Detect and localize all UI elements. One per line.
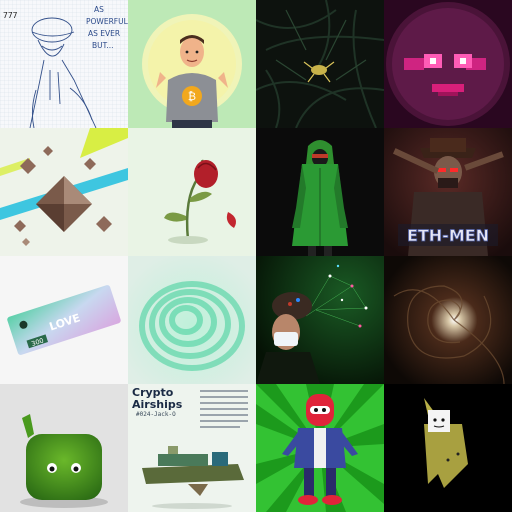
tile-bitcoin-man[interactable]: ₿ bbox=[128, 0, 256, 128]
airships-title-line2: Airships bbox=[132, 398, 183, 411]
tile-green-fuzzy-block[interactable] bbox=[0, 384, 128, 512]
cube-ghost-image bbox=[384, 384, 512, 512]
airships-subtitle: #024-Jack-O bbox=[136, 411, 176, 418]
tile-crypto-airships[interactable]: Crypto Airships #024-Jack-O bbox=[128, 384, 256, 512]
masked-woman-image bbox=[256, 256, 384, 384]
tile-teal-ripple[interactable] bbox=[128, 256, 256, 384]
wilted-rose-image bbox=[128, 128, 256, 256]
bitcoin-icon: ₿ bbox=[188, 90, 196, 103]
tile-eth-men-character[interactable]: ETH-MEN bbox=[384, 128, 512, 256]
tile-sketch-soldier[interactable]: 777 AS POWERFUL AS EVER BUT... bbox=[0, 0, 128, 128]
tile-cube-ghost[interactable] bbox=[384, 384, 512, 512]
caption-line: BUT... bbox=[92, 41, 113, 50]
sketch-soldier-image: 777 AS POWERFUL AS EVER BUT... bbox=[0, 0, 128, 128]
teal-ripple-image bbox=[128, 256, 256, 384]
nft-gallery-grid: 777 AS POWERFUL AS EVER BUT... ₿ ETH-MEN… bbox=[0, 0, 512, 512]
hooded-figure-image bbox=[256, 128, 384, 256]
eth-men-image: ETH-MEN bbox=[384, 128, 512, 256]
dark-foliage-image bbox=[256, 0, 384, 128]
tile-green-hooded-figure[interactable] bbox=[256, 128, 384, 256]
tile-wilted-rose[interactable] bbox=[128, 128, 256, 256]
tile-love-ticket[interactable]: LOVE 300 bbox=[0, 256, 128, 384]
love-ticket-image: LOVE 300 bbox=[0, 256, 128, 384]
tile-dark-foliage-creature[interactable] bbox=[256, 0, 384, 128]
dark-tunnel-image bbox=[384, 256, 512, 384]
octahedrons-image bbox=[0, 128, 128, 256]
caption-line: POWERFUL bbox=[86, 17, 128, 26]
red-robot-image bbox=[256, 384, 384, 512]
crypto-airships-image: Crypto Airships #024-Jack-O bbox=[128, 384, 256, 512]
tile-red-robot-character[interactable] bbox=[256, 384, 384, 512]
pink-face-image bbox=[384, 0, 512, 128]
bitcoin-man-image: ₿ bbox=[128, 0, 256, 128]
tile-dark-tunnel[interactable] bbox=[384, 256, 512, 384]
fuzzy-block-image bbox=[0, 384, 128, 512]
tile-floating-octahedrons[interactable] bbox=[0, 128, 128, 256]
caption-line: AS bbox=[94, 5, 104, 14]
tile-pink-face-circle[interactable] bbox=[384, 0, 512, 128]
caption-line: AS EVER bbox=[88, 29, 120, 38]
eth-men-logo: ETH-MEN bbox=[407, 226, 489, 245]
sketch-title: 777 bbox=[3, 11, 18, 20]
tile-masked-woman-network[interactable] bbox=[256, 256, 384, 384]
